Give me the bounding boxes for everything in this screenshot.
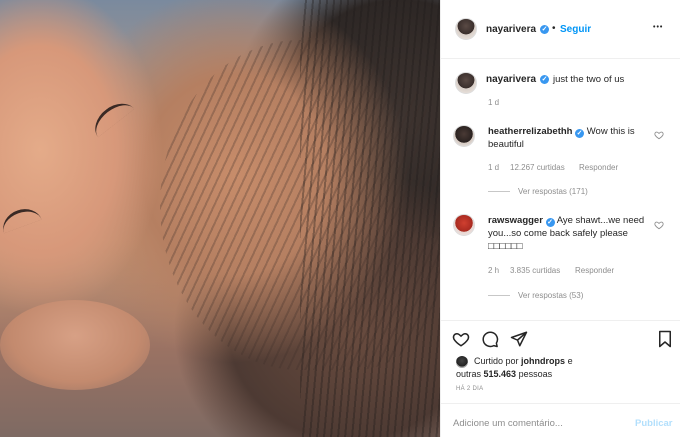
publish-button[interactable]: Publicar	[635, 418, 673, 429]
header-separator: •	[552, 23, 556, 34]
photo-closed-eye	[87, 95, 135, 138]
verified-badge-icon: ✓	[540, 75, 549, 84]
liked-by-and: e	[567, 356, 573, 366]
comment-likes[interactable]: 12.267 curtidas	[510, 163, 565, 172]
liked-by-user[interactable]: johndrops	[521, 356, 565, 366]
bookmark-icon[interactable]	[656, 330, 674, 348]
replies-divider	[488, 295, 510, 296]
comment-body: heatherrelizabethh ✓ Wow this is beautif…	[488, 125, 648, 151]
post-header: nayarivera ✓ • Seguir •••	[441, 0, 680, 59]
author-avatar[interactable]	[455, 18, 477, 40]
comment-box-divider	[441, 403, 680, 404]
caption-time: 1 d	[488, 98, 500, 107]
liked-by-line-1: Curtido por johndrops e	[474, 355, 573, 367]
photo-closed-eye-lower	[0, 203, 42, 234]
actions-top-divider	[441, 320, 680, 321]
liked-by-suffix: pessoas	[518, 369, 553, 379]
liked-by-others: outras	[456, 369, 482, 379]
photo-hair-region-right	[300, 0, 440, 437]
comment-like-icon[interactable]	[654, 130, 664, 140]
verified-badge-icon: ✓	[575, 129, 585, 138]
comment-like-icon[interactable]	[654, 220, 664, 230]
heart-icon[interactable]	[452, 330, 470, 348]
comment-username[interactable]: rawswagger	[488, 215, 543, 226]
comment-likes[interactable]: 3.835 curtidas	[510, 266, 560, 275]
caption-text: just the two of us	[553, 74, 625, 85]
comment-time: 1 d	[488, 163, 500, 172]
replies-divider	[488, 191, 510, 192]
photo-hand	[0, 300, 150, 390]
comment-avatar[interactable]	[453, 125, 475, 147]
liked-by-avatar[interactable]	[456, 356, 468, 368]
post-date: HÁ 2 DIA	[456, 386, 484, 392]
comment-icon[interactable]	[481, 330, 499, 348]
view-replies-button[interactable]: Ver respostas (171)	[518, 187, 588, 196]
reply-button[interactable]: Responder	[575, 266, 614, 275]
post-photo[interactable]	[0, 0, 440, 437]
verified-badge-icon: ✓	[545, 218, 555, 227]
view-replies-button[interactable]: Ver respostas (53)	[518, 291, 583, 300]
liked-by-prefix: Curtido por	[474, 356, 519, 366]
reply-button[interactable]: Responder	[579, 163, 618, 172]
caption-avatar[interactable]	[455, 72, 477, 94]
like-count[interactable]: 515.463	[484, 369, 517, 379]
share-icon[interactable]	[510, 330, 528, 348]
comment-emoji: □□□□□□	[488, 241, 523, 252]
comment-time: 2 h	[488, 266, 500, 275]
liked-by-line-2[interactable]: outras 515.463 pessoas	[456, 368, 552, 380]
comment-avatar[interactable]	[453, 214, 475, 236]
verified-badge-icon: ✓	[540, 25, 549, 34]
post-side-panel: nayarivera ✓ • Seguir ••• nayarivera ✓ j…	[440, 0, 680, 437]
caption-username[interactable]: nayarivera	[486, 74, 536, 85]
more-options-icon[interactable]: •••	[653, 24, 663, 31]
author-username[interactable]: nayarivera	[486, 24, 536, 35]
comment-body: rawswagger ✓ Aye shawt...we need you...s…	[488, 214, 648, 253]
follow-button[interactable]: Seguir	[560, 24, 591, 35]
comment-username[interactable]: heatherrelizabethh	[488, 126, 572, 137]
comment-input[interactable]: Adicione um comentário...	[453, 418, 563, 429]
